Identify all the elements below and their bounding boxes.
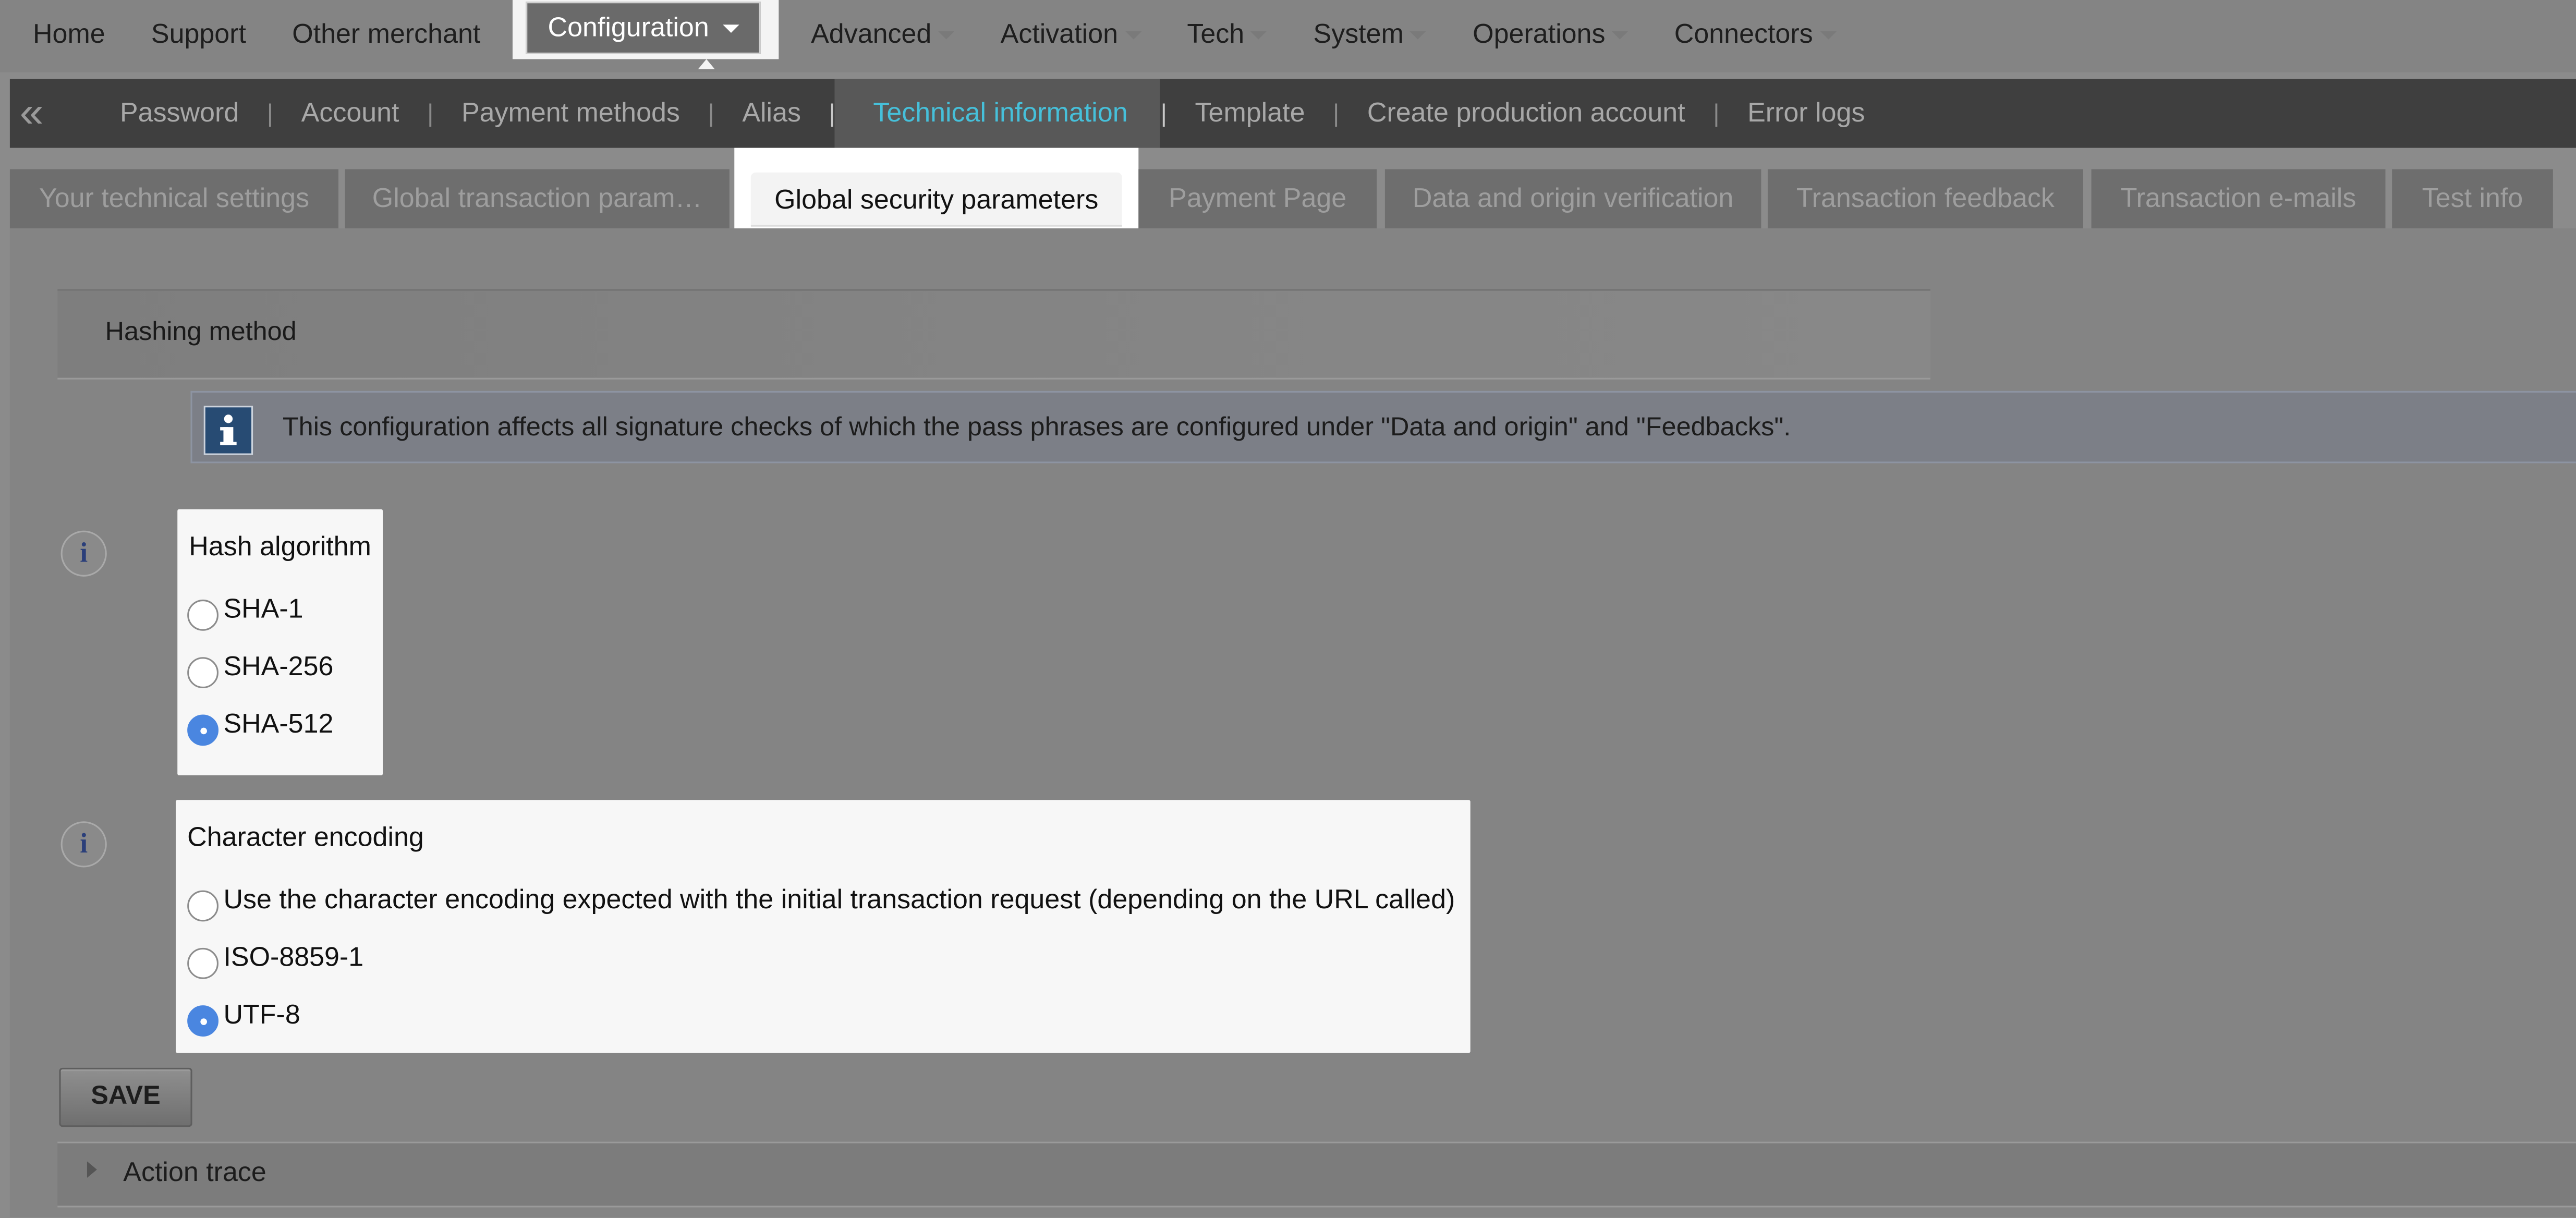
radio-utf-8[interactable]: UTF-8 [187, 997, 300, 1036]
sub-menu-bar: « Password | Account | Payment methods |… [9, 79, 2576, 148]
nav-active-button[interactable]: Configuration [526, 2, 760, 54]
expand-arrow-icon [87, 1161, 97, 1178]
tab-transaction-emails[interactable]: Transaction e-mails [2091, 169, 2386, 228]
subnav-separator: | [829, 99, 835, 128]
subnav-separator: | [708, 99, 714, 128]
subnav-separator: | [1160, 99, 1167, 128]
nav-label: Advanced [811, 19, 932, 50]
radio-label: SHA-256 [223, 651, 334, 681]
radio-label: Use the character encoding expected with… [223, 884, 1455, 915]
nav-configuration[interactable]: Configuration [513, 0, 779, 72]
info-icon[interactable]: i [60, 530, 107, 577]
nav-connectors[interactable]: Connectors [1651, 0, 1859, 72]
chevron-down-icon [938, 31, 955, 40]
tab-payment-page[interactable]: Payment Page [1138, 169, 1377, 228]
radio-button[interactable] [187, 947, 219, 979]
nav-label: Connectors [1674, 19, 1813, 50]
action-trace-toggle[interactable]: Action trace [57, 1141, 2576, 1208]
nav-system[interactable]: System [1290, 0, 1450, 72]
subnav-separator: | [427, 99, 434, 128]
info-icon [203, 406, 253, 455]
radio-encoding-initial-request[interactable]: Use the character encoding expected with… [187, 882, 1455, 921]
collapse-menu-icon[interactable]: « [20, 79, 44, 148]
nav-label: Tech [1187, 19, 1245, 50]
nav-active-highlight: Configuration [513, 0, 779, 59]
radio-sha-256[interactable]: SHA-256 [187, 649, 334, 688]
radio-label: ISO-8859-1 [223, 942, 364, 972]
nav-advanced[interactable]: Advanced [788, 0, 978, 72]
info-glyph: i [80, 537, 88, 569]
chevron-down-icon [722, 23, 739, 32]
sub-nav: Password | Account | Payment methods | A… [92, 79, 1893, 148]
radio-sha-1[interactable]: SHA-1 [187, 591, 303, 630]
info-notice: This configuration affects all signature… [190, 391, 2576, 464]
character-encoding-label: Character encoding [187, 823, 424, 853]
settings-tabs: Your technical settings Global transacti… [9, 148, 2576, 252]
nav-support[interactable]: Support [128, 0, 269, 72]
subnav-separator: | [1333, 99, 1340, 128]
radio-button-checked[interactable] [187, 1004, 219, 1036]
action-trace-label: Action trace [123, 1158, 266, 1188]
nav-label: Operations [1473, 19, 1606, 50]
radio-button[interactable] [187, 599, 219, 630]
radio-label: UTF-8 [223, 1000, 300, 1029]
chevron-down-icon [1250, 31, 1268, 40]
nav-home[interactable]: Home [10, 0, 128, 72]
pointer-icon [698, 59, 715, 69]
nav-operations[interactable]: Operations [1450, 0, 1651, 72]
subnav-password[interactable]: Password [92, 79, 266, 148]
subnav-separator: | [1713, 99, 1720, 128]
radio-button[interactable] [187, 889, 219, 921]
section-header: Hashing method [57, 289, 1930, 380]
page: Home Support Other merchant Configuratio… [0, 0, 2576, 1217]
nav-activation[interactable]: Activation [978, 0, 1164, 72]
tab-label: Global security parameters [750, 172, 1122, 227]
nav-label: Support [151, 19, 246, 50]
radio-iso-8859-1[interactable]: ISO-8859-1 [187, 940, 364, 979]
subnav-template[interactable]: Template [1167, 79, 1333, 148]
info-glyph: i [80, 827, 88, 859]
chevron-down-icon [1612, 31, 1629, 40]
nav-tech[interactable]: Tech [1164, 0, 1290, 72]
tab-data-and-origin-verification[interactable]: Data and origin verification [1384, 169, 1761, 228]
nav-other-merchant[interactable]: Other merchant [269, 0, 503, 72]
chevron-down-icon [1410, 31, 1427, 40]
subnav-separator: | [266, 99, 274, 128]
chevron-down-icon [1124, 31, 1141, 40]
nav-label: Configuration [548, 13, 709, 43]
subnav-error-logs[interactable]: Error logs [1720, 79, 1893, 148]
notice-text: This configuration affects all signature… [282, 413, 1791, 442]
radio-button[interactable] [187, 656, 219, 688]
chevron-down-icon [1819, 31, 1836, 40]
nav-label: System [1313, 19, 1404, 50]
radio-label: SHA-512 [223, 709, 334, 739]
save-button[interactable]: SAVE [59, 1067, 192, 1127]
subnav-account[interactable]: Account [273, 79, 427, 148]
radio-label: SHA-1 [223, 593, 303, 624]
radio-sha-512[interactable]: SHA-512 [187, 707, 334, 745]
info-icon[interactable]: i [60, 821, 107, 868]
subnav-alias[interactable]: Alias [714, 79, 829, 148]
hash-algorithm-label: Hash algorithm [189, 532, 371, 562]
tab-transaction-feedback[interactable]: Transaction feedback [1767, 169, 2083, 228]
hash-algorithm-group: Hash algorithm SHA-1 SHA-256 SHA-512 [177, 509, 383, 776]
section-title: Hashing method [105, 319, 297, 347]
tab-your-technical-settings[interactable]: Your technical settings [9, 169, 339, 228]
subnav-create-production-account[interactable]: Create production account [1339, 79, 1713, 148]
subnav-technical-information[interactable]: Technical information [835, 79, 1161, 148]
tab-global-transaction-parameters[interactable]: Global transaction param… [345, 169, 730, 228]
radio-button-checked[interactable] [187, 713, 219, 745]
subnav-payment-methods[interactable]: Payment methods [433, 79, 708, 148]
nav-label: Other merchant [292, 19, 481, 50]
nav-label: Activation [1000, 19, 1119, 50]
character-encoding-group: Character encoding Use the character enc… [176, 800, 1471, 1053]
tab-test-info[interactable]: Test info [2392, 169, 2553, 228]
top-nav: Home Support Other merchant Configuratio… [10, 0, 1859, 72]
nav-label: Home [33, 19, 105, 50]
